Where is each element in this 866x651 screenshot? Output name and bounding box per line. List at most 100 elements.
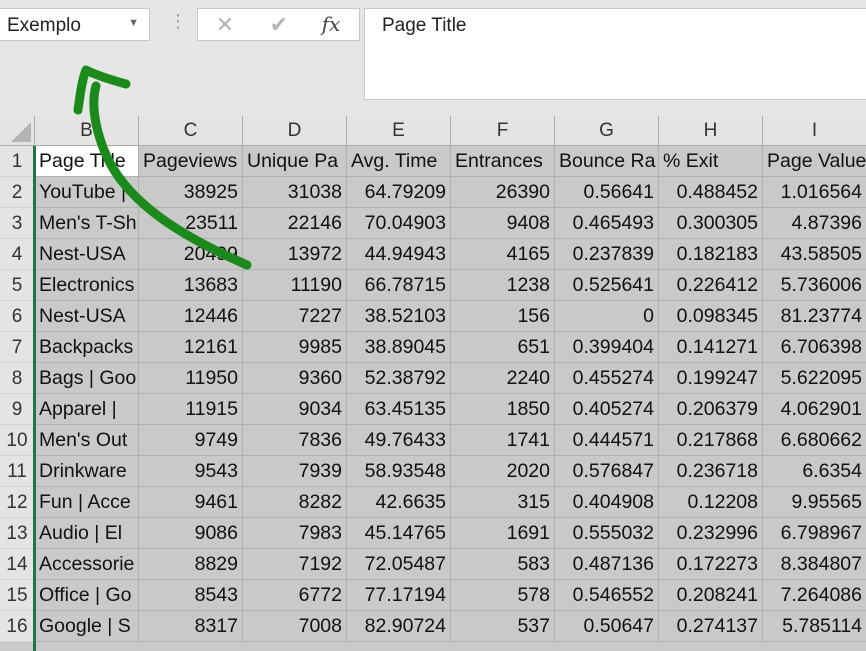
- cell-D9[interactable]: 9034: [243, 394, 347, 425]
- cell-F2[interactable]: 26390: [451, 177, 555, 208]
- cell-C13[interactable]: 9086: [139, 518, 243, 549]
- cell-H10[interactable]: 0.217868: [659, 425, 763, 456]
- cell-D5[interactable]: 11190: [243, 270, 347, 301]
- cell-D7[interactable]: 9985: [243, 332, 347, 363]
- cell-B7[interactable]: Backpacks: [35, 332, 139, 363]
- row-header[interactable]: 6: [0, 301, 35, 332]
- cell-H5[interactable]: 0.226412: [659, 270, 763, 301]
- cell-F16[interactable]: 537: [451, 611, 555, 642]
- cell-E15[interactable]: 77.17194: [347, 580, 451, 611]
- cell-E3[interactable]: 70.04903: [347, 208, 451, 239]
- cell-I14[interactable]: 8.384807: [763, 549, 866, 580]
- cell-F14[interactable]: 583: [451, 549, 555, 580]
- cell-G5[interactable]: 0.525641: [555, 270, 659, 301]
- cell-E4[interactable]: 44.94943: [347, 239, 451, 270]
- vertical-dots-icon[interactable]: ⋮: [169, 12, 187, 30]
- cell-C3[interactable]: 23511: [139, 208, 243, 239]
- cell-G9[interactable]: 0.405274: [555, 394, 659, 425]
- cell-B10[interactable]: Men's Out: [35, 425, 139, 456]
- cell-B13[interactable]: Audio | El: [35, 518, 139, 549]
- cell-I16[interactable]: 5.785114: [763, 611, 866, 642]
- cell-F13[interactable]: 1691: [451, 518, 555, 549]
- column-header-C[interactable]: C: [139, 116, 243, 146]
- column-header-E[interactable]: E: [347, 116, 451, 146]
- cell-G6[interactable]: 0: [555, 301, 659, 332]
- row-header[interactable]: 16: [0, 611, 35, 642]
- cell-G10[interactable]: 0.444571: [555, 425, 659, 456]
- cell-F1[interactable]: Entrances: [451, 146, 555, 177]
- cell-B3[interactable]: Men's T-Sh: [35, 208, 139, 239]
- cell-F4[interactable]: 4165: [451, 239, 555, 270]
- cell-H2[interactable]: 0.488452: [659, 177, 763, 208]
- cell-H12[interactable]: 0.12208: [659, 487, 763, 518]
- cell-H15[interactable]: 0.208241: [659, 580, 763, 611]
- row-header[interactable]: 10: [0, 425, 35, 456]
- cell-C4[interactable]: 20499: [139, 239, 243, 270]
- cell-B14[interactable]: Accessorie: [35, 549, 139, 580]
- column-header-F[interactable]: F: [451, 116, 555, 146]
- cell-I2[interactable]: 1.016564: [763, 177, 866, 208]
- cell-B16[interactable]: Google | S: [35, 611, 139, 642]
- cell-I11[interactable]: 6.6354: [763, 456, 866, 487]
- cell-F15[interactable]: 578: [451, 580, 555, 611]
- cell-G3[interactable]: 0.465493: [555, 208, 659, 239]
- cell-E5[interactable]: 66.78715: [347, 270, 451, 301]
- cell-G7[interactable]: 0.399404: [555, 332, 659, 363]
- cell-G12[interactable]: 0.404908: [555, 487, 659, 518]
- cell-E2[interactable]: 64.79209: [347, 177, 451, 208]
- cell-E13[interactable]: 45.14765: [347, 518, 451, 549]
- cell-C16[interactable]: 8317: [139, 611, 243, 642]
- name-box[interactable]: Exemplo ▼: [0, 8, 150, 41]
- cell-H3[interactable]: 0.300305: [659, 208, 763, 239]
- row-header[interactable]: 14: [0, 549, 35, 580]
- cell-F3[interactable]: 9408: [451, 208, 555, 239]
- cell-E11[interactable]: 58.93548: [347, 456, 451, 487]
- cell-B8[interactable]: Bags | Goo: [35, 363, 139, 394]
- cell-D4[interactable]: 13972: [243, 239, 347, 270]
- cell-H16[interactable]: 0.274137: [659, 611, 763, 642]
- column-header-D[interactable]: D: [243, 116, 347, 146]
- row-header[interactable]: 7: [0, 332, 35, 363]
- cell-B12[interactable]: Fun | Acce: [35, 487, 139, 518]
- cell-I8[interactable]: 5.622095: [763, 363, 866, 394]
- cell-D13[interactable]: 7983: [243, 518, 347, 549]
- cell-E12[interactable]: 42.6635: [347, 487, 451, 518]
- cell-D3[interactable]: 22146: [243, 208, 347, 239]
- cell-B4[interactable]: Nest-USA: [35, 239, 139, 270]
- cell-F8[interactable]: 2240: [451, 363, 555, 394]
- cell-I3[interactable]: 4.87396: [763, 208, 866, 239]
- cell-D6[interactable]: 7227: [243, 301, 347, 332]
- cell-G15[interactable]: 0.546552: [555, 580, 659, 611]
- cell-C14[interactable]: 8829: [139, 549, 243, 580]
- cell-C6[interactable]: 12446: [139, 301, 243, 332]
- cell-C11[interactable]: 9543: [139, 456, 243, 487]
- cell-C7[interactable]: 12161: [139, 332, 243, 363]
- cell-D10[interactable]: 7836: [243, 425, 347, 456]
- cell-C15[interactable]: 8543: [139, 580, 243, 611]
- cell-G14[interactable]: 0.487136: [555, 549, 659, 580]
- cell-I5[interactable]: 5.736006: [763, 270, 866, 301]
- cell-G13[interactable]: 0.555032: [555, 518, 659, 549]
- cell-H13[interactable]: 0.232996: [659, 518, 763, 549]
- cell-D14[interactable]: 7192: [243, 549, 347, 580]
- cell-E9[interactable]: 63.45135: [347, 394, 451, 425]
- cell-B9[interactable]: Apparel |: [35, 394, 139, 425]
- column-header-B[interactable]: B: [35, 116, 139, 146]
- cell-C12[interactable]: 9461: [139, 487, 243, 518]
- cell-E8[interactable]: 52.38792: [347, 363, 451, 394]
- cell-I9[interactable]: 4.062901: [763, 394, 866, 425]
- cell-E1[interactable]: Avg. Time: [347, 146, 451, 177]
- row-header[interactable]: 3: [0, 208, 35, 239]
- select-all-button[interactable]: [0, 116, 35, 146]
- cell-D15[interactable]: 6772: [243, 580, 347, 611]
- cell-C5[interactable]: 13683: [139, 270, 243, 301]
- cell-C2[interactable]: 38925: [139, 177, 243, 208]
- cell-H9[interactable]: 0.206379: [659, 394, 763, 425]
- enter-icon[interactable]: ✔: [254, 9, 304, 40]
- column-header-H[interactable]: H: [659, 116, 763, 146]
- row-header[interactable]: 13: [0, 518, 35, 549]
- row-header[interactable]: 1: [0, 146, 35, 177]
- cell-I1[interactable]: Page Value: [763, 146, 866, 177]
- cell-E7[interactable]: 38.89045: [347, 332, 451, 363]
- cell-F5[interactable]: 1238: [451, 270, 555, 301]
